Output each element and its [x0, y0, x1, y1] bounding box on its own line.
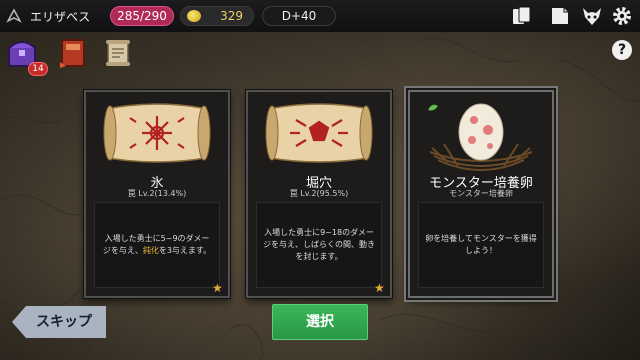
star-icon: ★	[212, 281, 223, 295]
monster-egg-icon	[414, 96, 548, 172]
cards-icon[interactable]	[510, 4, 534, 28]
card-monster-egg[interactable]: モンスター培養卵 モンスター培養卵 卵を培養してモンスターを獲得しよう！	[408, 90, 554, 298]
card-subtitle: モンスター培養卵	[449, 189, 513, 198]
card-subtitle: 罠 Lv.2(95.5%)	[289, 189, 349, 198]
gear-icon[interactable]	[610, 4, 634, 28]
star-icon: ★	[374, 281, 385, 295]
gold-display: 329	[180, 6, 254, 26]
card-pit-trap[interactable]: 堀穴 罠 Lv.2(95.5%) 入場した勇士に9~18のダメージを与え、しばら…	[246, 90, 392, 298]
trap-scroll-icon	[252, 96, 386, 172]
top-bar: エリザベス 285/290 329 D+40	[0, 0, 640, 32]
scroll-icon[interactable]	[102, 36, 134, 72]
depth-display: D+40	[262, 6, 336, 26]
coin-icon	[187, 10, 201, 22]
skip-button[interactable]: スキップ	[12, 306, 106, 338]
trap-scroll-icon	[90, 96, 224, 172]
card-ice-trap[interactable]: 氷 罠 Lv.2(13.4%) 入場した勇士に5~9のダメージを与え、鈍化を3与…	[84, 90, 230, 298]
gold-value: 329	[220, 9, 243, 23]
player-name: エリザベス	[30, 10, 91, 24]
card-description: 入場した勇士に9~18のダメージを与え、しばらくの間、動きを封じます。	[256, 202, 382, 288]
card-subtitle: 罠 Lv.2(13.4%)	[127, 189, 187, 198]
status-keyword: 鈍化	[142, 246, 159, 255]
card-description: 卵を培養してモンスターを獲得しよう！	[418, 202, 544, 288]
hp-display: 285/290	[110, 6, 174, 26]
demon-icon[interactable]	[580, 4, 604, 28]
book-icon[interactable]	[548, 4, 572, 28]
player-class-icon	[6, 8, 22, 24]
select-button[interactable]: 選択	[272, 304, 368, 340]
help-button[interactable]: ?	[612, 40, 632, 60]
inventory-badge: 14	[28, 62, 48, 76]
card-desc-text-end: を3与えます。	[158, 246, 212, 255]
card-description: 入場した勇士に5~9のダメージを与え、鈍化を3与えます。	[94, 202, 220, 288]
spellbook-icon[interactable]	[56, 36, 88, 72]
